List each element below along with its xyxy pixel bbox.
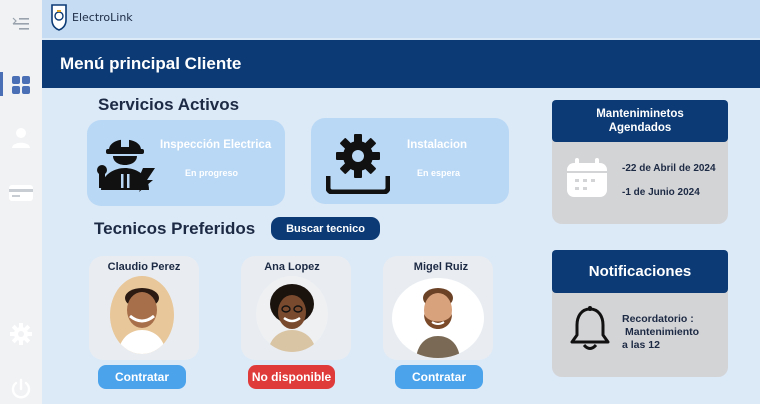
sidebar (0, 0, 42, 404)
service-name: Instalacion (407, 139, 468, 151)
service-name: Inspección Electrica (160, 139, 272, 151)
top-bar (42, 0, 760, 38)
logo-icon (48, 2, 70, 32)
notification-line: Recordatorio : (622, 313, 694, 325)
electrician-icon (95, 128, 159, 197)
calendar-icon (565, 157, 609, 204)
services-title: Servicios Activos (98, 95, 240, 114)
technicians-title: Tecnicos Preferidos (94, 219, 256, 238)
bell-icon (569, 305, 611, 358)
collapse-menu-icon[interactable] (0, 14, 42, 34)
avatar (256, 276, 328, 352)
avatar (392, 278, 484, 358)
service-status: En espera (417, 168, 461, 178)
gear-icon[interactable] (0, 322, 42, 346)
credit-card-icon[interactable] (0, 182, 42, 204)
technician-name: Migel Ruiz (413, 261, 469, 273)
avatar (110, 276, 174, 354)
grid-icon[interactable] (0, 74, 42, 96)
notification-line: a las 12 (622, 339, 660, 351)
technician-name: Claudio Perez (107, 261, 181, 273)
user-icon[interactable] (0, 126, 42, 150)
hire-button[interactable]: Contratar (98, 365, 186, 389)
notification-line: Mantenimiento (625, 326, 700, 338)
maintenance-date: -1 de Junio 2024 (622, 187, 700, 198)
maintenance-title-line2: Agendados (608, 122, 672, 134)
technician-name: Ana Lopez (264, 261, 320, 273)
gear-install-icon (325, 130, 391, 199)
power-icon[interactable] (0, 377, 42, 401)
maintenance-date: -22 de Abril de 2024 (622, 163, 716, 174)
hire-button[interactable]: Contratar (395, 365, 483, 389)
notifications-header: Notificaciones (552, 250, 728, 293)
brand-name: ElectroLink (72, 11, 133, 24)
page-title: Menú principal Cliente (60, 54, 242, 73)
maintenance-title-line1: Manteniminetos (596, 108, 684, 120)
notification-message: Recordatorio : Mantenimiento a las 12 (622, 313, 699, 352)
service-status: En progreso (185, 168, 239, 178)
maintenance-header: Manteniminetos Agendados (552, 100, 728, 142)
search-technician-button[interactable]: Buscar tecnico (271, 217, 380, 240)
unavailable-button[interactable]: No disponible (248, 365, 335, 389)
